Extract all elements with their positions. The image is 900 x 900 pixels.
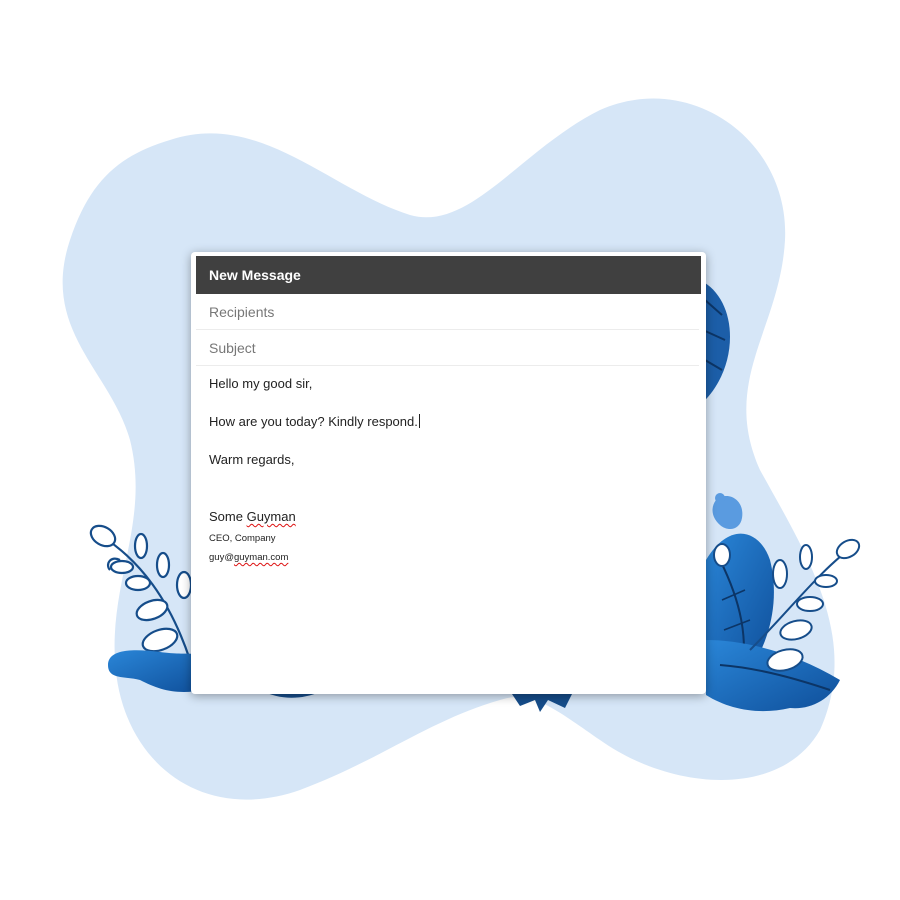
body-message: How are you today? Kindly respond.	[209, 414, 418, 429]
signature-title: CEO, Company	[209, 533, 276, 544]
body-greeting: Hello my good sir,	[209, 376, 313, 391]
app-stage: New Message Recipients Subject Hello my …	[0, 0, 900, 900]
signature-email-prefix: guy@	[209, 552, 234, 563]
compose-window: New Message Recipients Subject Hello my …	[191, 252, 706, 694]
compose-header-title: New Message	[196, 256, 701, 294]
signature-name: Some Guyman	[209, 509, 296, 524]
body-message-line: How are you today? Kindly respond.	[209, 414, 420, 429]
recipients-field[interactable]: Recipients	[196, 294, 699, 330]
signature-email: guy@guyman.com	[209, 552, 288, 563]
subject-field[interactable]: Subject	[196, 330, 699, 366]
signature-first-name: Some	[209, 509, 247, 524]
body-closing: Warm regards,	[209, 452, 295, 467]
signature-last-name: Guyman	[246, 509, 296, 524]
signature-email-domain: guyman.com	[233, 552, 289, 563]
text-caret	[418, 414, 420, 428]
